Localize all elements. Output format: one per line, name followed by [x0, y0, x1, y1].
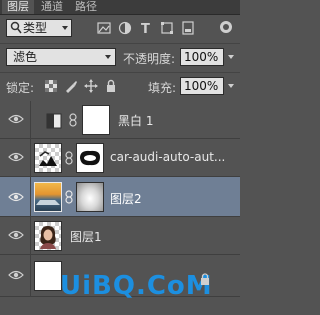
row-divider — [30, 177, 31, 217]
layer-thumbnail[interactable] — [34, 182, 62, 212]
smart-object-filter-icon[interactable] — [180, 20, 196, 36]
filter-toggle[interactable] — [220, 21, 232, 33]
panel-tabs: 图层 通道 路径 — [0, 0, 240, 15]
mask-shape-icon — [80, 150, 100, 166]
layer-row[interactable]: 黑白 1 — [0, 101, 240, 139]
type-filter-icon[interactable]: T — [138, 20, 154, 36]
blend-row: 滤色 不透明度: 100% — [0, 43, 240, 70]
blend-mode-select[interactable]: 滤色 — [6, 48, 116, 66]
chevron-down-icon — [105, 55, 111, 59]
filter-kind-label: 类型 — [23, 21, 48, 35]
layer-name[interactable]: car-audi-auto-aut... — [110, 150, 225, 164]
link-chain-icon[interactable] — [64, 151, 74, 165]
lock-transparency-icon[interactable] — [44, 79, 58, 93]
image-filter-icon[interactable] — [96, 20, 112, 36]
car-image-icon — [36, 200, 60, 205]
black-white-adjustment-icon — [46, 113, 62, 129]
lock-position-icon[interactable] — [84, 79, 98, 93]
blend-mode-value: 滤色 — [13, 50, 38, 64]
filter-kind-select[interactable]: 类型 — [6, 19, 72, 37]
lock-icon — [201, 273, 209, 285]
fill-input[interactable]: 100% — [180, 77, 224, 95]
adjustment-filter-icon[interactable] — [117, 20, 133, 36]
layer-mask-thumbnail[interactable] — [76, 182, 104, 212]
row-divider — [30, 217, 31, 255]
layer-mask-thumbnail[interactable] — [82, 105, 110, 135]
fill-slider-toggle[interactable] — [228, 84, 234, 88]
opacity-label: 不透明度: — [123, 52, 176, 66]
shape-filter-icon[interactable] — [159, 20, 175, 36]
row-divider — [30, 101, 31, 139]
layer-name[interactable]: 图层2 — [110, 190, 142, 207]
layer-name[interactable]: 图层1 — [70, 228, 102, 245]
lock-pixels-icon[interactable] — [64, 79, 78, 93]
layer-row[interactable]: 图层1 — [0, 217, 240, 255]
lock-all-icon[interactable] — [104, 79, 118, 93]
layer-thumbnail[interactable] — [34, 143, 62, 173]
layer-name[interactable]: 黑白 1 — [118, 112, 153, 129]
filter-row: 类型 T — [0, 16, 240, 40]
eye-icon[interactable] — [8, 269, 24, 281]
watermark-text: UiBQ.CoM — [60, 271, 213, 301]
link-chain-icon[interactable] — [68, 113, 78, 127]
layer-row-selected[interactable]: 图层2 — [0, 177, 240, 217]
opacity-input[interactable]: 100% — [180, 48, 224, 66]
layer-thumbnail[interactable] — [34, 261, 62, 291]
eye-icon[interactable] — [8, 229, 24, 241]
layer-thumbnail[interactable] — [34, 221, 62, 251]
link-chain-icon[interactable] — [64, 190, 74, 204]
eye-icon[interactable] — [8, 191, 24, 203]
eye-icon[interactable] — [8, 113, 24, 125]
eye-icon[interactable] — [8, 151, 24, 163]
lock-label: 锁定: — [6, 81, 35, 95]
row-divider — [30, 255, 31, 297]
layer-row[interactable]: car-audi-auto-aut... — [0, 139, 240, 177]
row-divider — [30, 139, 31, 177]
opacity-slider-toggle[interactable] — [228, 55, 234, 59]
layer-mask-thumbnail[interactable] — [76, 143, 104, 173]
chevron-down-icon — [62, 26, 68, 30]
search-icon — [10, 21, 22, 34]
portrait-image-icon — [40, 226, 56, 249]
svg-text:T: T — [141, 22, 150, 36]
fill-label: 填充: — [148, 81, 177, 95]
car-image-icon — [39, 151, 57, 166]
tab-layers[interactable]: 图层 — [2, 0, 34, 14]
tab-paths[interactable]: 路径 — [70, 0, 102, 14]
tab-channels[interactable]: 通道 — [36, 0, 68, 14]
lock-row: 锁定: 填充: 100% — [0, 72, 240, 99]
layers-panel: 图层 通道 路径 类型 T 滤色 不透明度: 100% 锁定: 填充: 100%… — [0, 0, 240, 315]
